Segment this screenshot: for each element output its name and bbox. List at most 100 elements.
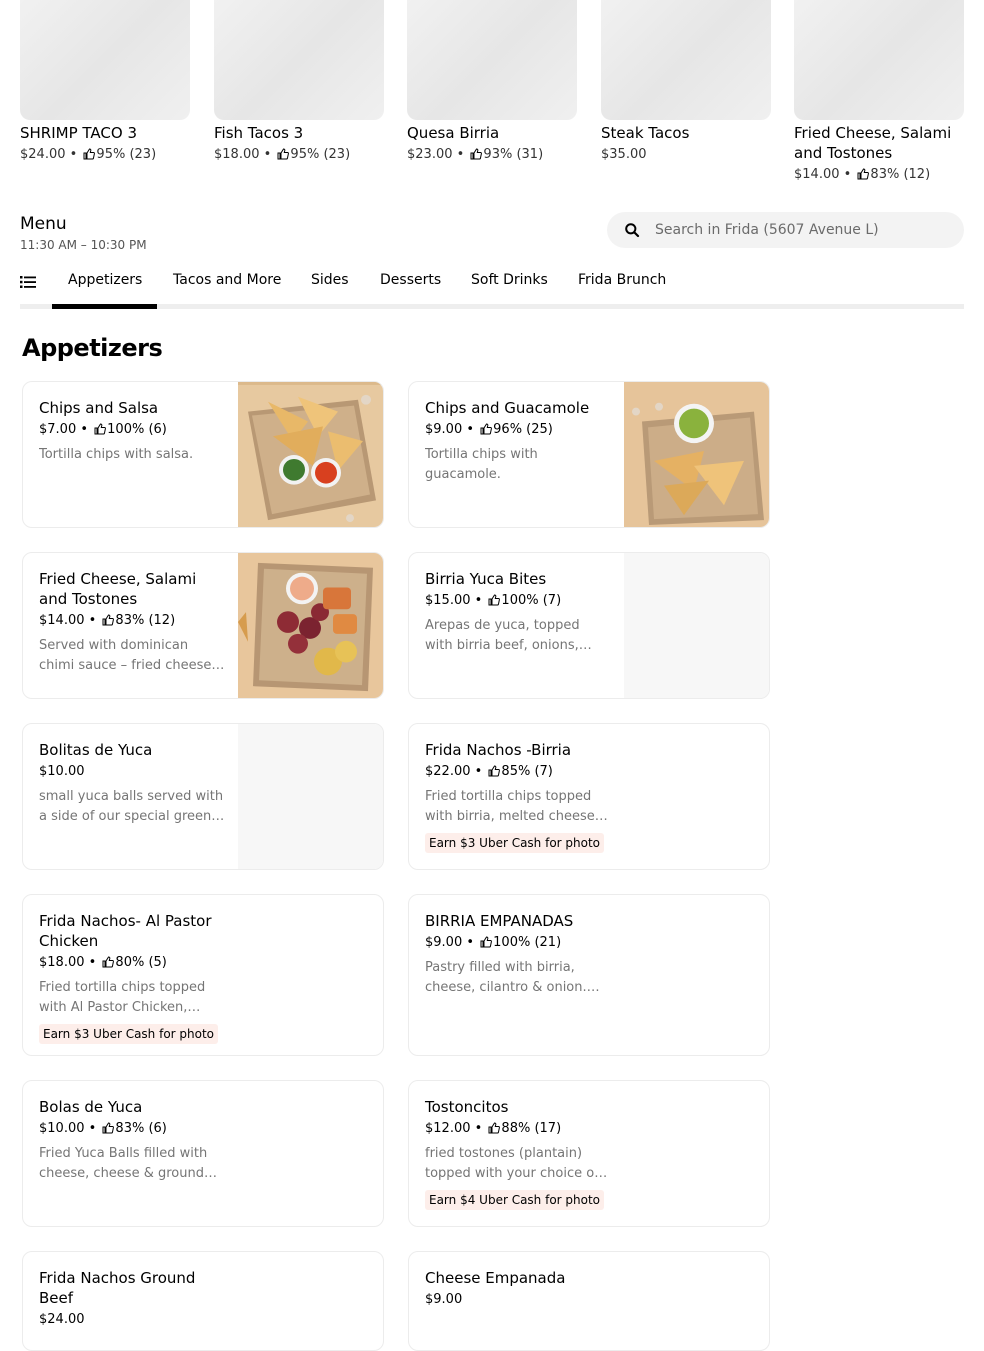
featured-item-card[interactable]: SHRIMP TACO 3 $24.00 • 95% (23): [20, 0, 190, 164]
menu-item-name: Bolitas de Yuca: [39, 741, 153, 759]
featured-item-image: [214, 0, 384, 120]
image-placeholder: [624, 553, 769, 698]
menu-item-price: $18.00 •: [39, 955, 101, 970]
thumbs-up-icon: [488, 594, 501, 606]
menu-item-info: Chips and Salsa $7.00 • 100% (6) Tortill…: [39, 398, 225, 465]
menu-item-card[interactable]: Cheese Empanada $9.00: [408, 1251, 770, 1351]
menu-item-info: Birria Yuca Bites $15.00 • 100% (7) Arep…: [425, 569, 611, 656]
thumbs-up-icon: [857, 168, 870, 180]
thumbs-up-icon: [94, 423, 107, 435]
menu-item-description: Tortilla chips with salsa.: [39, 447, 194, 462]
menu-item-name: Bolas de Yuca: [39, 1098, 143, 1116]
menu-item-price: $10.00 •: [39, 1121, 101, 1136]
menu-hours: 11:30 AM – 10:30 PM: [20, 238, 147, 252]
thumbs-up-icon: [480, 423, 493, 435]
menu-item-name: Chips and Salsa: [39, 399, 159, 417]
featured-item-card[interactable]: Fish Tacos 3 $18.00 • 95% (23): [214, 0, 384, 164]
menu-item-price: $9.00 •: [425, 935, 479, 950]
thumbs-up-icon: [488, 765, 501, 777]
menu-item-card[interactable]: Frida Nachos- Al Pastor Chicken $18.00 •…: [22, 894, 384, 1056]
chips-salsa-photo: [238, 382, 383, 527]
menu-item-price: $12.00 •: [425, 1121, 487, 1136]
featured-item-name: Fried Cheese, Salami and Tostones: [794, 124, 952, 162]
thumbs-up-icon: [83, 148, 96, 160]
menu-item-description: small yuca balls served with a side of o…: [39, 789, 224, 824]
tab-frida-brunch[interactable]: Frida Brunch: [578, 271, 666, 289]
featured-item-price: $24.00 •: [20, 147, 82, 162]
menu-item-name: Tostoncitos: [425, 1098, 509, 1116]
featured-item-name: Quesa Birria: [407, 124, 500, 142]
menu-item-meta: $24.00: [39, 1311, 225, 1329]
featured-item-card[interactable]: Steak Tacos $35.00: [601, 0, 771, 164]
menu-item-price: $10.00: [39, 764, 85, 779]
thumbs-up-icon: [277, 148, 290, 160]
featured-item-name: SHRIMP TACO 3: [20, 124, 137, 142]
featured-item-image: [407, 0, 577, 120]
menu-item-rating: 88% (17): [501, 1121, 562, 1136]
menu-item-name: Fried Cheese, Salami and Tostones: [39, 570, 197, 608]
featured-items-row: SHRIMP TACO 3 $24.00 • 95% (23) Fish Tac…: [20, 0, 964, 190]
chips-guacamole-photo: [624, 382, 769, 527]
featured-item-rating: 95% (23): [96, 147, 157, 162]
featured-item-price: $23.00 •: [407, 147, 469, 162]
menu-item-price: $24.00: [39, 1312, 85, 1327]
menu-item-card[interactable]: Chips and Salsa $7.00 • 100% (6) Tortill…: [22, 381, 384, 528]
menu-item-description: Tortilla chips with guacamole.: [425, 447, 538, 482]
menu-item-card[interactable]: Frida Nachos -Birria $22.00 • 85% (7) Fr…: [408, 723, 770, 870]
featured-item-meta: $18.00 • 95% (23): [214, 146, 384, 164]
menu-item-name: Cheese Empanada: [425, 1269, 566, 1287]
menu-item-card[interactable]: Bolitas de Yuca $10.00 small yuca balls …: [22, 723, 384, 870]
menu-item-info: Bolas de Yuca $10.00 • 83% (6) Fried Yuc…: [39, 1097, 225, 1184]
featured-item-rating: 95% (23): [290, 147, 351, 162]
tab-active-indicator: [52, 304, 157, 309]
menu-item-card[interactable]: Birria Yuca Bites $15.00 • 100% (7) Arep…: [408, 552, 770, 699]
featured-item-image: [794, 0, 964, 120]
thumbs-up-icon: [102, 956, 115, 968]
menu-item-name: Chips and Guacamole: [425, 399, 590, 417]
menu-item-card[interactable]: Chips and Guacamole $9.00 • 96% (25) Tor…: [408, 381, 770, 528]
featured-item-meta: $23.00 • 93% (31): [407, 146, 577, 164]
tab-sides[interactable]: Sides: [311, 271, 349, 289]
menu-item-description: fried tostones (plantain) topped with yo…: [425, 1146, 599, 1181]
category-tabs: Appetizers Tacos and More Sides Desserts…: [20, 262, 964, 309]
menu-title: Menu: [20, 214, 67, 234]
tab-appetizers[interactable]: Appetizers: [68, 271, 142, 289]
menu-item-info: Tostoncitos $12.00 • 88% (17) fried tost…: [425, 1097, 611, 1210]
list-icon[interactable]: [20, 274, 36, 290]
fried-cheese-photo: [238, 553, 383, 698]
menu-item-description: Fried Yuca Balls filled with cheese, che…: [39, 1146, 208, 1181]
menu-item-rating: 80% (5): [115, 955, 167, 970]
menu-item-price: $9.00: [425, 1292, 463, 1307]
menu-item-meta: $9.00 • 100% (21): [425, 934, 611, 952]
menu-item-price: $15.00 •: [425, 593, 487, 608]
menu-item-rating: 100% (6): [107, 422, 167, 437]
featured-item-name: Steak Tacos: [601, 124, 690, 142]
tab-tacos-and-more[interactable]: Tacos and More: [173, 271, 281, 289]
menu-item-info: Frida Nachos -Birria $22.00 • 85% (7) Fr…: [425, 740, 611, 853]
menu-item-price: $14.00 •: [39, 613, 101, 628]
menu-item-card[interactable]: Frida Nachos Ground Beef $24.00: [22, 1251, 384, 1351]
menu-item-rating: 83% (12): [115, 613, 176, 628]
menu-item-name: Frida Nachos -Birria: [425, 741, 572, 759]
featured-item-card[interactable]: Quesa Birria $23.00 • 93% (31): [407, 0, 577, 164]
menu-item-card[interactable]: Bolas de Yuca $10.00 • 83% (6) Fried Yuc…: [22, 1080, 384, 1227]
search-input[interactable]: Search in Frida (5607 Avenue L): [607, 212, 964, 248]
tab-desserts[interactable]: Desserts: [380, 271, 441, 289]
menu-item-name: Frida Nachos Ground Beef: [39, 1269, 196, 1307]
menu-item-card[interactable]: Tostoncitos $12.00 • 88% (17) fried tost…: [408, 1080, 770, 1227]
section-title: Appetizers: [22, 334, 163, 362]
featured-item-card[interactable]: Fried Cheese, Salami and Tostones $14.00…: [794, 0, 964, 184]
menu-item-card[interactable]: Fried Cheese, Salami and Tostones $14.00…: [22, 552, 384, 699]
tab-soft-drinks[interactable]: Soft Drinks: [471, 271, 548, 289]
menu-item-description: Pastry filled with birria, cheese, cilan…: [425, 960, 587, 995]
uber-cash-promo-badge: Earn $3 Uber Cash for photo: [425, 833, 605, 853]
menu-item-meta: $15.00 • 100% (7): [425, 592, 611, 610]
menu-item-info: Fried Cheese, Salami and Tostones $14.00…: [39, 569, 225, 676]
featured-item-rating: 83% (12): [870, 167, 931, 182]
menu-item-card[interactable]: BIRRIA EMPANADAS $9.00 • 100% (21) Pastr…: [408, 894, 770, 1056]
menu-item-info: Bolitas de Yuca $10.00 small yuca balls …: [39, 740, 225, 827]
thumbs-up-icon: [102, 1122, 115, 1134]
menu-item-info: Cheese Empanada $9.00: [425, 1268, 611, 1309]
featured-item-meta: $14.00 • 83% (12): [794, 166, 964, 184]
thumbs-up-icon: [102, 614, 115, 626]
